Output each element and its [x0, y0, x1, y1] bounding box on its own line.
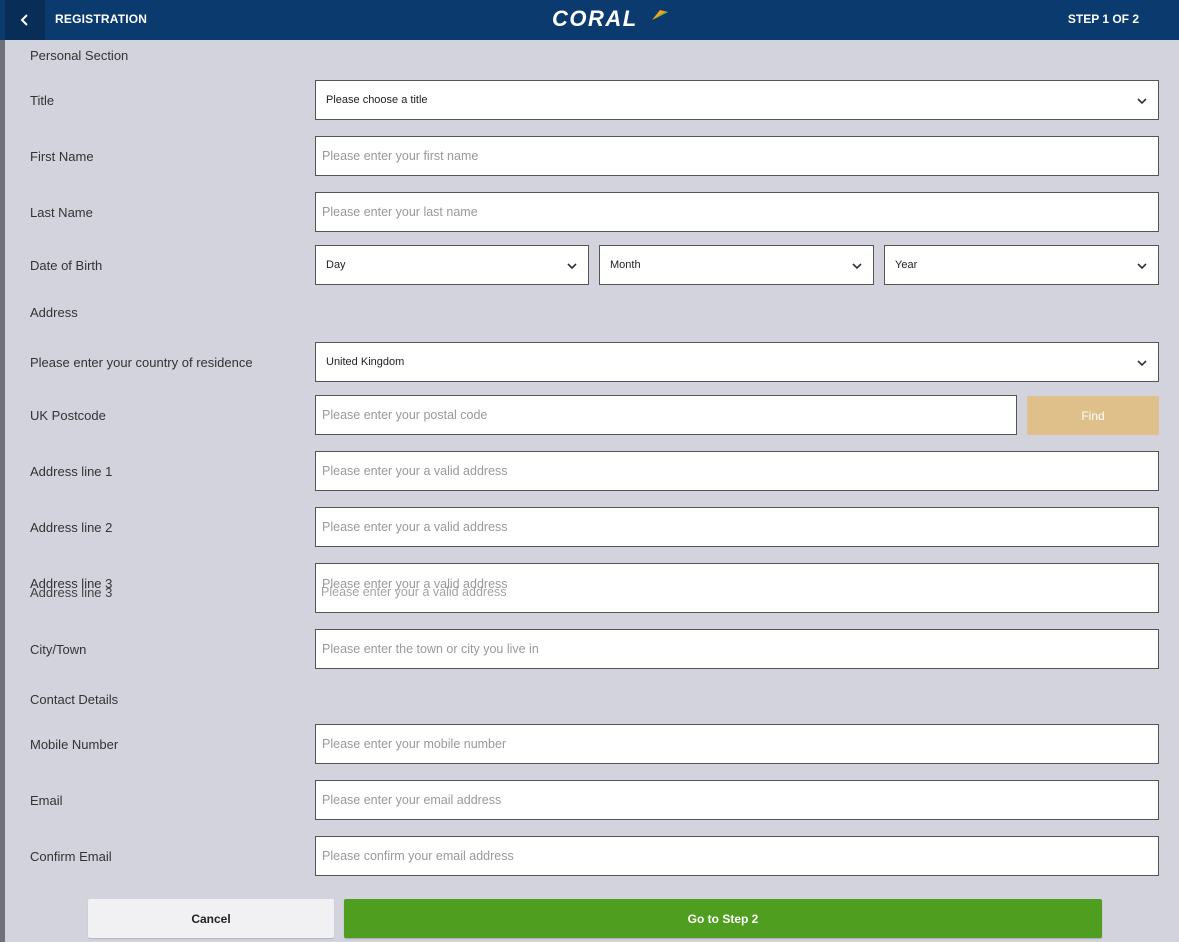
postcode-input[interactable]: Please enter your postal code: [315, 395, 1017, 435]
address-line-3-placeholder-echo: Please enter your a valid address: [321, 585, 507, 599]
address-line-3-label-echo: Address line 3: [30, 585, 113, 600]
mobile-input[interactable]: Please enter your mobile number: [315, 724, 1159, 764]
cancel-button[interactable]: Cancel: [88, 899, 334, 938]
postcode-label: UK Postcode: [30, 408, 106, 423]
dob-label: Date of Birth: [30, 258, 103, 273]
address-line-2-input[interactable]: Please enter your a valid address: [315, 507, 1159, 547]
address-line-2-label: Address line 2: [30, 520, 113, 535]
dob-month-select[interactable]: Month: [599, 245, 874, 285]
back-button[interactable]: [5, 0, 45, 40]
first-name-label: First Name: [30, 149, 94, 164]
section-heading-address: Address: [30, 305, 78, 320]
country-select[interactable]: United Kingdom: [315, 342, 1159, 382]
dob-month-value: Month: [610, 259, 641, 271]
country-label: Please enter your country of residence: [30, 355, 253, 370]
first-name-input[interactable]: Please enter your first name: [315, 136, 1159, 176]
email-input[interactable]: Please enter your email address: [315, 780, 1159, 820]
last-name-label: Last Name: [30, 205, 93, 220]
chevron-down-icon: [852, 263, 862, 270]
address-line-1-label: Address line 1: [30, 464, 113, 479]
last-name-input[interactable]: Please enter your last name: [315, 192, 1159, 232]
left-rail: [0, 0, 5, 942]
chevron-down-icon: [567, 263, 577, 270]
title-select[interactable]: Please choose a title: [315, 80, 1159, 120]
section-heading-contact: Contact Details: [30, 692, 119, 707]
dob-day-select[interactable]: Day: [315, 245, 589, 285]
dob-day-value: Day: [326, 259, 346, 271]
title-label: Title: [30, 93, 55, 108]
chevron-down-icon: [1137, 98, 1147, 105]
section-heading-personal: Personal Section: [30, 48, 129, 63]
find-address-button[interactable]: Find: [1027, 396, 1159, 435]
city-label: City/Town: [30, 642, 87, 657]
confirm-email-input[interactable]: Please confirm your email address: [315, 836, 1159, 876]
dob-year-value: Year: [895, 259, 918, 271]
title-select-value: Please choose a title: [326, 94, 428, 106]
coral-logo: CORAL: [552, 6, 638, 31]
go-to-step-2-button[interactable]: Go to Step 2: [344, 899, 1102, 938]
email-label: Email: [30, 793, 63, 808]
chevron-down-icon: [1137, 360, 1147, 367]
dob-year-select[interactable]: Year: [884, 245, 1159, 285]
confirm-email-label: Confirm Email: [30, 849, 112, 864]
chevron-left-icon: [20, 14, 28, 26]
address-line-1-input[interactable]: Please enter your a valid address: [315, 451, 1159, 491]
chevron-down-icon: [1137, 263, 1147, 270]
step-indicator: STEP 1 OF 2: [1067, 12, 1139, 26]
page-title: REGISTRATION: [55, 12, 148, 26]
country-select-value: United Kingdom: [326, 356, 405, 368]
logo-mark-icon: [652, 10, 668, 20]
mobile-label: Mobile Number: [30, 737, 119, 752]
header-bar: REGISTRATION CORAL STEP 1 OF 2: [0, 0, 1179, 40]
city-input[interactable]: Please enter the town or city you live i…: [315, 629, 1159, 669]
